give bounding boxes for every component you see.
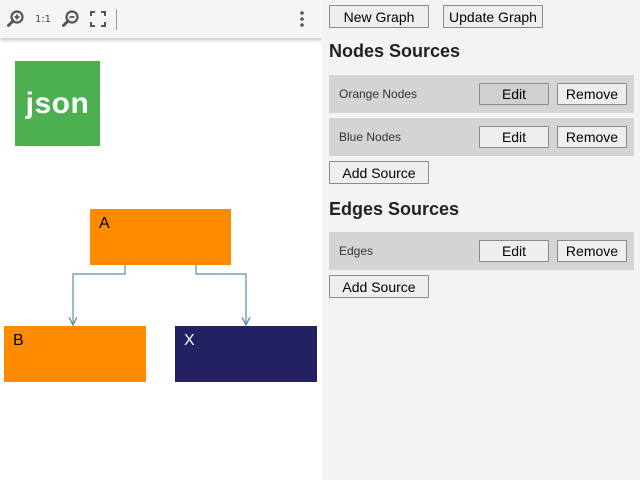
- zoom-in-icon[interactable]: [5, 8, 27, 30]
- edit-node-source-button[interactable]: Edit: [479, 126, 549, 148]
- node-x-box: [175, 326, 317, 382]
- add-node-source-button[interactable]: Add Source: [329, 161, 429, 184]
- remove-edge-source-button[interactable]: Remove: [557, 240, 627, 262]
- zoom-out-icon[interactable]: [60, 8, 82, 30]
- graph-node-b[interactable]: B: [4, 326, 146, 382]
- new-graph-button[interactable]: New Graph: [329, 5, 429, 28]
- toolbar-divider: [116, 9, 117, 30]
- node-source-name: Orange Nodes: [339, 87, 418, 101]
- edge-a-x: [195, 265, 246, 325]
- edge-source-row: Edges Edit Remove: [329, 232, 634, 270]
- actual-size-button[interactable]: 1:1: [32, 8, 54, 30]
- edges-sources-title: Edges Sources: [329, 199, 460, 219]
- json-logo: json: [15, 61, 100, 146]
- json-logo-text: json: [25, 86, 90, 120]
- actual-size-label: 1:1: [34, 13, 52, 25]
- sources-panel: New Graph Update Graph Nodes Sources Ora…: [322, 0, 640, 480]
- edge-source-name: Edges: [339, 244, 374, 258]
- node-b-box: [4, 326, 146, 382]
- node-source-name: Blue Nodes: [339, 130, 402, 144]
- graph-node-x[interactable]: X: [175, 326, 317, 382]
- remove-node-source-button[interactable]: Remove: [557, 126, 627, 148]
- graph-pane: A B X json 1:1: [0, 0, 322, 480]
- fullscreen-icon[interactable]: [87, 8, 109, 30]
- edge-a-b: [73, 265, 126, 325]
- node-a-box: [90, 209, 231, 265]
- edit-edge-source-button[interactable]: Edit: [479, 240, 549, 262]
- app-window: A B X json 1:1 New Graph Update Graph No…: [0, 0, 640, 480]
- node-b-label: B: [13, 332, 24, 349]
- remove-node-source-button[interactable]: Remove: [557, 83, 627, 105]
- edit-node-source-button[interactable]: Edit: [479, 83, 549, 105]
- node-x-label: X: [184, 332, 195, 349]
- update-graph-button[interactable]: Update Graph: [443, 5, 543, 28]
- nodes-sources-title: Nodes Sources: [329, 41, 461, 61]
- add-edge-source-button[interactable]: Add Source: [329, 275, 429, 298]
- node-a-label: A: [99, 215, 110, 232]
- node-source-row: Orange Nodes Edit Remove: [329, 75, 634, 113]
- graph-node-a[interactable]: A: [90, 209, 231, 265]
- node-source-row: Blue Nodes Edit Remove: [329, 118, 634, 156]
- graph-toolbar: 1:1: [0, 0, 322, 38]
- more-vert-icon[interactable]: [291, 8, 313, 30]
